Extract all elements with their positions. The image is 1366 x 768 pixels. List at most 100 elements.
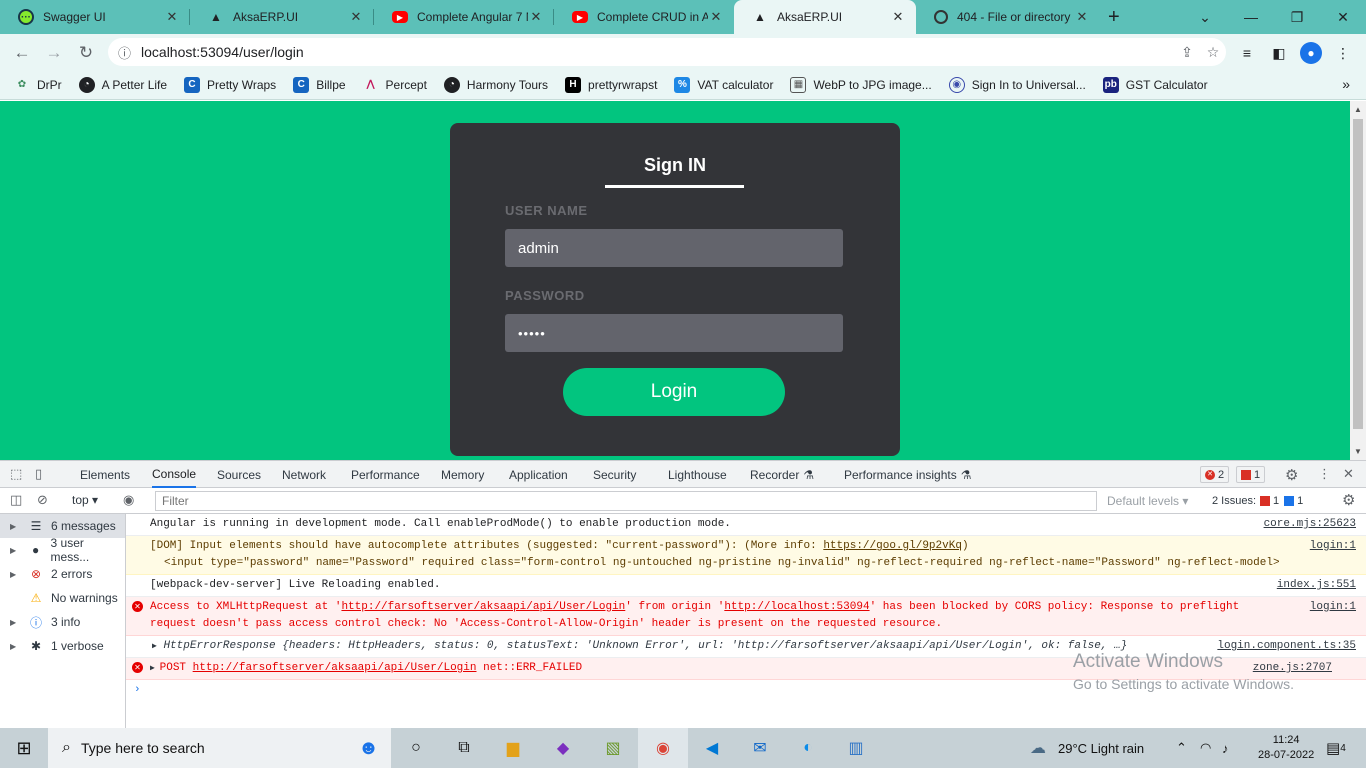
mail-icon[interactable]: ✉ (736, 728, 784, 768)
page-scrollbar[interactable]: ▲ ▼ (1350, 101, 1366, 460)
app-icon[interactable]: ▧ (588, 728, 638, 768)
forward-button[interactable]: → (43, 42, 65, 64)
log-levels-dropdown[interactable]: Default levels ▾ (1107, 494, 1188, 508)
devtools-tab-console[interactable]: Console (152, 461, 197, 488)
password-input[interactable]: ••••• (505, 314, 843, 352)
console-settings-gear-icon[interactable]: ⚙ (1342, 491, 1355, 509)
clear-console-icon[interactable]: ⊘ (37, 492, 48, 508)
volume-icon[interactable]: ♪ (1222, 728, 1229, 768)
devtools-tab-memory[interactable]: Memory (441, 461, 484, 488)
restore-button[interactable]: ❐ (1274, 0, 1320, 34)
bookmark-item[interactable]: ✿ DrPr (14, 77, 62, 93)
close-tab-icon[interactable]: ✕ (348, 9, 364, 25)
store-icon[interactable]: ▥ (832, 728, 880, 768)
media-control-icon[interactable]: ≡ (1236, 42, 1258, 64)
bookmark-item[interactable]: C Billpe (293, 76, 346, 93)
profile-avatar[interactable]: ● (1300, 42, 1322, 64)
devtools-tab-elements[interactable]: Elements (80, 461, 130, 488)
weather-widget[interactable]: ☁ 29°C Light rain (1030, 728, 1144, 768)
sidebar-item-verbose[interactable]: ▶ ✱ 1 verbose (0, 634, 125, 658)
devtools-tab-network[interactable]: Network (282, 461, 326, 488)
devtools-tab-recorder[interactable]: Recorder ⚗ (750, 461, 814, 488)
chrome-icon[interactable]: ◉ (638, 728, 688, 768)
sidebar-item-messages[interactable]: ▶ ☰ 6 messages (0, 514, 125, 538)
bookmark-item[interactable]: ◔ Harmony Tours (443, 76, 548, 93)
task-view-icon[interactable]: ⧉ (440, 728, 488, 768)
close-tab-icon[interactable]: ✕ (708, 9, 724, 25)
tray-chevron-icon[interactable]: ⌃ (1176, 728, 1187, 768)
scrollbar-thumb[interactable] (1353, 119, 1363, 429)
devtools-tab-performance-insights[interactable]: Performance insights ⚗ (844, 461, 971, 488)
back-button[interactable]: ← (11, 42, 33, 64)
console-filter-input[interactable] (155, 491, 1097, 511)
windows-start-icon[interactable]: ⊞ (0, 728, 48, 768)
side-panel-icon[interactable]: ◧ (1268, 42, 1290, 64)
close-tab-icon[interactable]: ✕ (890, 9, 906, 25)
username-input[interactable]: admin (505, 229, 843, 267)
browser-tab-angular-video[interactable]: ▶ Complete Angular 7 M ✕ (374, 0, 554, 34)
source-link[interactable]: core.mjs:25623 (1264, 516, 1356, 533)
more-info-link[interactable]: https://goo.gl/9p2vKq (823, 540, 962, 552)
issue-count-badge[interactable]: 1 (1236, 466, 1266, 483)
close-tab-icon[interactable]: ✕ (164, 9, 180, 25)
notification-center[interactable]: ▤ 4 (1326, 728, 1346, 768)
sidebar-item-user-messages[interactable]: ▶ ● 3 user mess... (0, 536, 125, 564)
tab-search-chevron-icon[interactable]: ⌄ (1182, 0, 1228, 34)
login-button[interactable]: Login (563, 368, 785, 416)
sidebar-toggle-icon[interactable]: ◫ (10, 492, 22, 508)
context-select[interactable]: top ▾ (72, 493, 98, 507)
sidebar-item-warnings[interactable]: ⚠ No warnings (0, 586, 125, 610)
close-tab-icon[interactable]: ✕ (528, 9, 544, 25)
new-tab-button[interactable]: + (1108, 6, 1120, 29)
bookmark-item[interactable]: Hprettyrwrapst (565, 76, 657, 93)
close-devtools-icon[interactable]: ✕ (1343, 466, 1354, 482)
edge-icon[interactable]: ◐ (784, 728, 832, 768)
reload-button[interactable]: ↻ (75, 42, 97, 64)
menu-kebab-icon[interactable]: ⋮ (1332, 42, 1354, 64)
live-expression-eye-icon[interactable]: ◉ (123, 492, 134, 508)
devtools-tab-performance[interactable]: Performance (351, 461, 420, 488)
taskbar-search[interactable]: ⌕ Type here to search ☻ (48, 728, 391, 768)
source-link[interactable]: login:1 (1310, 538, 1356, 555)
expand-triangle-icon[interactable]: ▶ (150, 664, 160, 673)
file-explorer-icon[interactable]: ▆ (488, 728, 538, 768)
sidebar-item-info[interactable]: ▶ ⓘ 3 info (0, 610, 125, 634)
issues-badge[interactable]: 2 Issues: 1 1 (1208, 492, 1307, 509)
settings-gear-icon[interactable]: ⚙ (1285, 466, 1298, 484)
browser-tab-crud-video[interactable]: ▶ Complete CRUD in An ✕ (554, 0, 734, 34)
sidebar-item-errors[interactable]: ▶ ⊗ 2 errors (0, 562, 125, 586)
devtools-tab-lighthouse[interactable]: Lighthouse (668, 461, 727, 488)
bookmark-item[interactable]: pb GST Calculator (1102, 76, 1208, 93)
bookmark-item[interactable]: ▦ WebP to JPG image... (790, 76, 932, 93)
expand-triangle-icon[interactable]: ▶ (126, 642, 157, 651)
bookmark-star-icon[interactable]: ☆ (1200, 44, 1226, 61)
share-icon[interactable]: ⇪ (1174, 44, 1200, 61)
vscode-icon[interactable]: ◀ (688, 728, 736, 768)
source-link[interactable]: login:1 (1310, 599, 1356, 616)
bookmark-item[interactable]: C Pretty Wraps (184, 76, 276, 93)
bookmark-item[interactable]: % VAT calculator (674, 76, 773, 93)
request-url-link[interactable]: http://farsoftserver/aksaapi/api/User/Lo… (341, 601, 625, 613)
address-bar[interactable]: ⓘ ⇪ ☆ (108, 38, 1226, 66)
browser-tab-aksaerp-1[interactable]: ▲ AksaERP.UI ✕ (190, 0, 374, 34)
bookmark-item[interactable]: ◉ Sign In to Universal... (948, 76, 1086, 93)
origin-link[interactable]: http://localhost:53094 (724, 601, 869, 613)
request-url-link[interactable]: http://farsoftserver/aksaapi/api/User/Lo… (193, 662, 477, 674)
cortana-icon[interactable]: ○ (392, 728, 440, 768)
error-count-badge[interactable]: ✕ 2 (1200, 466, 1230, 483)
close-tab-icon[interactable]: ✕ (1074, 9, 1090, 25)
browser-tab-swagger[interactable]: ··· Swagger UI ✕ (0, 0, 190, 34)
browser-tab-aksaerp-active[interactable]: ▲ AksaERP.UI ✕ (734, 0, 916, 34)
devtools-tab-application[interactable]: Application (509, 461, 568, 488)
devtools-tab-sources[interactable]: Sources (217, 461, 261, 488)
source-link[interactable]: index.js:551 (1277, 577, 1356, 594)
network-icon[interactable]: ◠ (1200, 728, 1211, 768)
visual-studio-icon[interactable]: ◆ (538, 728, 588, 768)
bookmark-item[interactable]: ◔ A Petter Life (78, 76, 167, 93)
devtools-tab-security[interactable]: Security (593, 461, 636, 488)
clock[interactable]: 11:24 28-07-2022 (1258, 728, 1314, 768)
info-icon[interactable]: ⓘ (118, 43, 131, 62)
device-toolbar-icon[interactable]: ▯ (35, 466, 42, 482)
browser-tab-404[interactable]: 404 - File or directory ✕ (916, 0, 1100, 34)
minimize-button[interactable]: — (1228, 0, 1274, 34)
